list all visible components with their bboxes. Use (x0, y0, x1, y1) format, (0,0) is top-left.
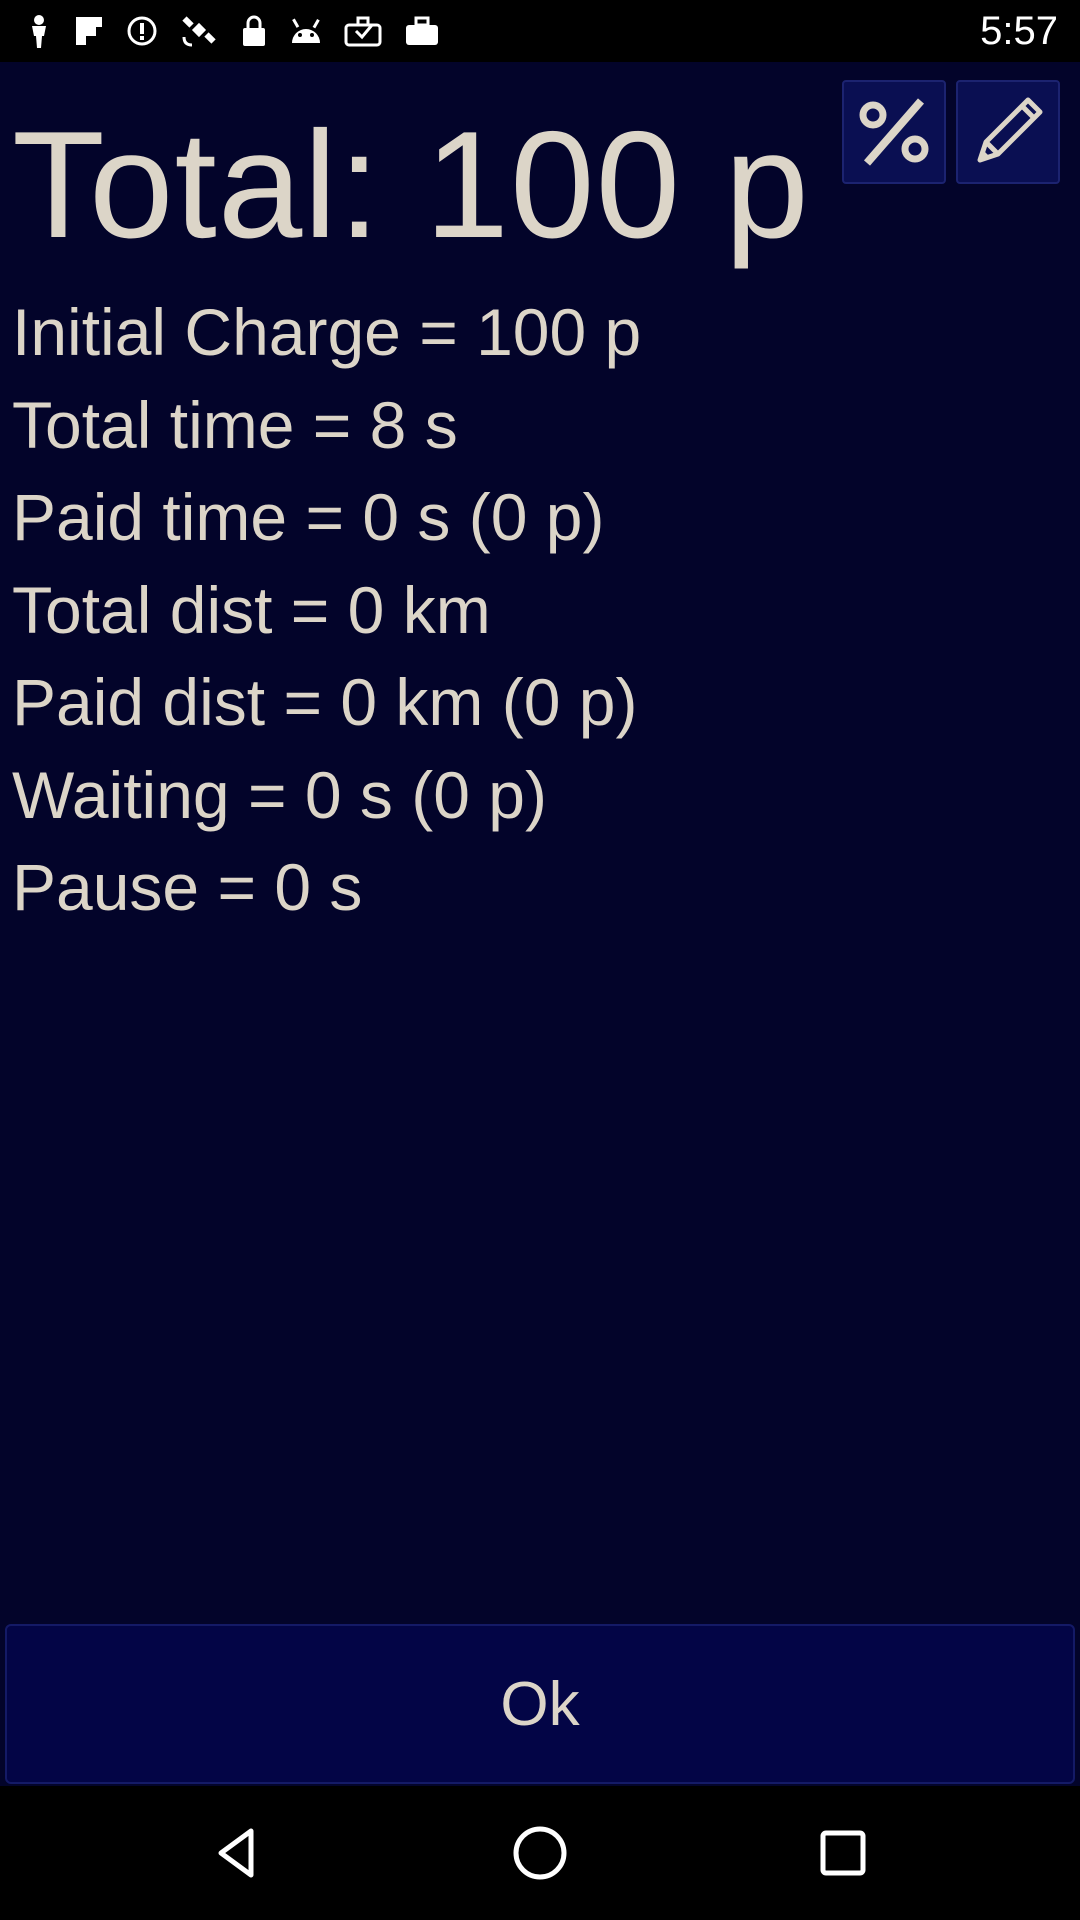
notification-icons (26, 12, 440, 50)
android-icon (290, 17, 322, 45)
status-time: 5:57 (980, 9, 1058, 53)
percent-icon (859, 98, 929, 166)
satellite-icon (180, 13, 218, 49)
back-icon[interactable] (207, 1823, 267, 1883)
fare-summary-screen: Total: 100 p Initial Charge = 100 p Tota… (0, 62, 1080, 1786)
waiting-time: Waiting = 0 s (0 p) (12, 757, 547, 832)
alert-icon (126, 15, 158, 47)
pause-time: Pause = 0 s (12, 850, 363, 924)
edit-button[interactable] (956, 80, 1060, 184)
bag-icon (404, 15, 440, 47)
lock-icon (240, 14, 268, 48)
flipboard-icon (74, 15, 104, 47)
ok-button[interactable]: Ok (5, 1624, 1075, 1784)
total-distance: Total dist = 0 km (12, 572, 491, 647)
paid-time: Paid time = 0 s (0 p) (12, 480, 605, 554)
paid-distance: Paid dist = 0 km (0 p) (12, 665, 638, 739)
recent-apps-icon[interactable] (813, 1823, 873, 1883)
pencil-icon (977, 97, 1043, 163)
navigation-bar (0, 1786, 1080, 1920)
percent-button[interactable] (842, 80, 946, 184)
download-bag-icon (344, 15, 382, 47)
total-amount: Total: 100 p (12, 100, 810, 270)
initial-charge: Initial Charge = 100 p (12, 295, 642, 369)
person-icon (26, 14, 52, 48)
total-time: Total time = 8 s (12, 387, 458, 462)
status-bar: 5:57 (0, 0, 1080, 62)
fare-details-list: Initial Charge = 100 p Total time = 8 s … (12, 286, 641, 934)
home-icon[interactable] (510, 1823, 570, 1883)
